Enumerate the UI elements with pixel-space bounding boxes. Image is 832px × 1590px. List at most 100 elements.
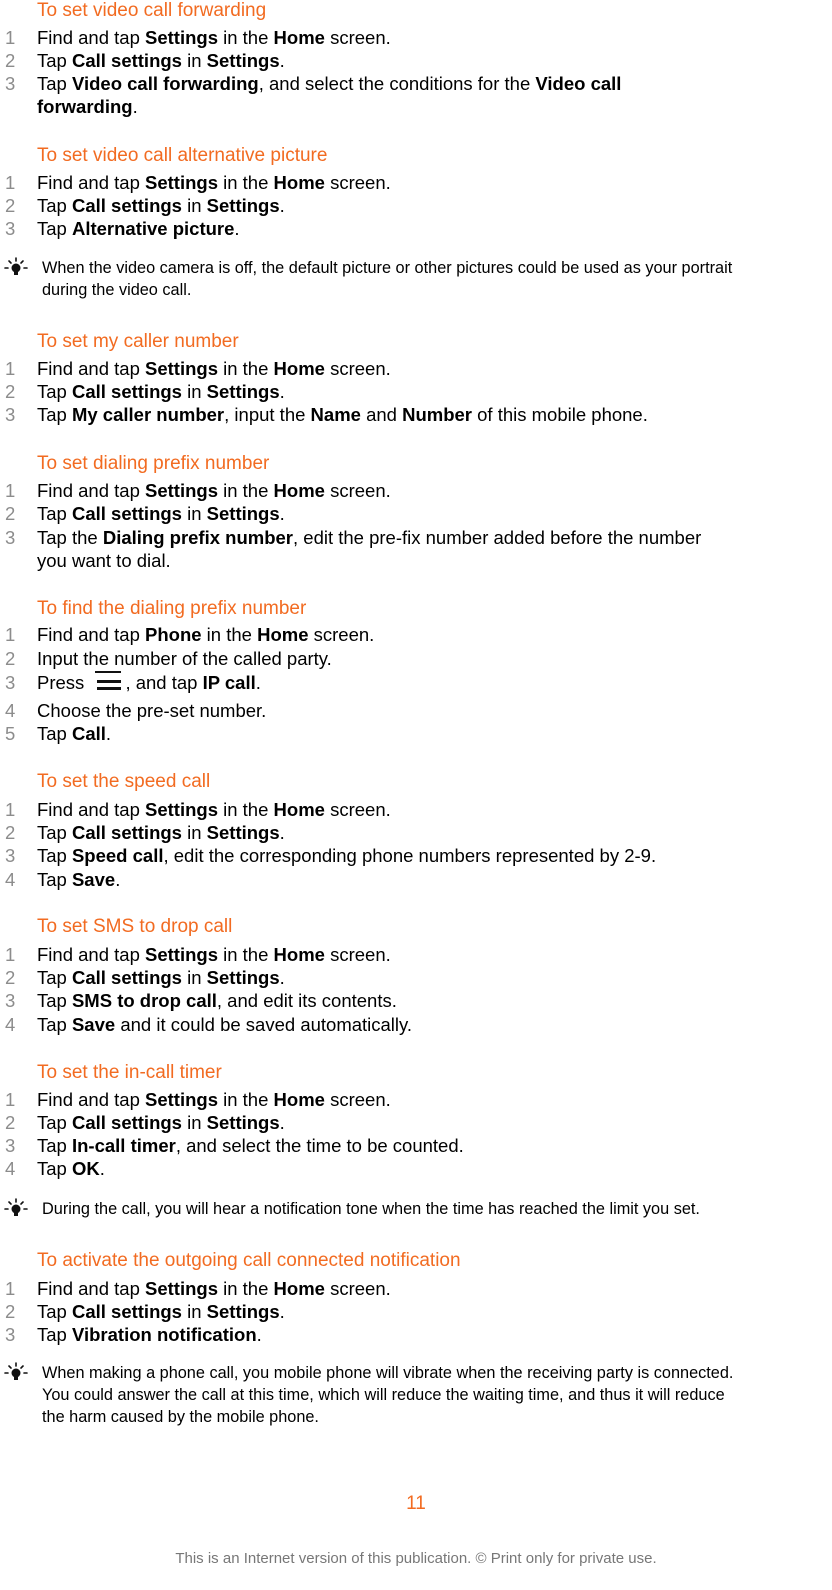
lightbulb-icon	[3, 1362, 29, 1384]
step-text-fragment: in the	[217, 358, 274, 379]
step-text-fragment: of this mobile phone.	[472, 404, 648, 425]
step-text-fragment: .	[279, 967, 285, 988]
ui-term: My caller number	[71, 404, 225, 425]
step-text-fragment: Input the number of the called party.	[37, 648, 332, 669]
step-number: 3	[5, 1135, 16, 1156]
ui-term: Alternative picture	[71, 218, 235, 239]
ui-term: Call settings	[71, 503, 182, 524]
ui-term: Save	[71, 1014, 116, 1035]
step-number: 1	[5, 1278, 16, 1299]
page-number: 11	[406, 1493, 426, 1514]
ui-term: Settings	[145, 799, 218, 820]
ui-term: Settings	[145, 480, 218, 501]
section-heading: To activate the outgoing call connected …	[37, 1250, 461, 1271]
step-text-fragment: .	[255, 672, 261, 693]
step-text: Choose the pre-set number.	[37, 699, 266, 722]
step-number: 2	[5, 1301, 16, 1322]
step-text-fragment: in the	[217, 944, 274, 965]
step-text-fragment: Tap	[37, 1324, 72, 1345]
step-number: 2	[5, 195, 16, 216]
step-text-fragment: screen.	[324, 799, 391, 820]
step-text-fragment: in the	[217, 1278, 274, 1299]
step-text-fragment: screen.	[324, 1089, 391, 1110]
step-text-fragment: .	[279, 195, 285, 216]
step-text: Tap Save and it could be saved automatic…	[37, 1013, 412, 1036]
tip-line: the harm caused by the mobile phone.	[42, 1408, 319, 1426]
step-text: Tap Call settings in Settings.	[37, 1300, 285, 1323]
step-text-fragment: Choose the pre-set number.	[37, 700, 267, 721]
step-text: Find and tap Settings in the Home screen…	[37, 943, 391, 966]
step-text: Tap Call settings in Settings.	[37, 821, 285, 844]
step-text-fragment: , edit the corresponding phone numbers r…	[163, 845, 657, 866]
step-text: Find and tap Settings in the Home screen…	[37, 1277, 391, 1300]
step-text-fragment: .	[279, 822, 285, 843]
step-number: 4	[5, 700, 16, 721]
step-number: 4	[5, 1014, 16, 1035]
ui-term: Call settings	[71, 381, 182, 402]
step-text-fragment: Tap	[37, 1135, 72, 1156]
step-number: 4	[5, 1158, 16, 1179]
ui-term: Dialing prefix number	[102, 527, 293, 548]
step-text-fragment: Tap	[37, 967, 72, 988]
step-number: 2	[5, 1112, 16, 1133]
step-text-fragment: Tap	[37, 1301, 72, 1322]
footer-notice: This is an Internet version of this publ…	[175, 1550, 657, 1567]
step-text-fragment: Tap	[37, 218, 72, 239]
ui-term: Settings	[206, 50, 280, 71]
step-number: 1	[5, 358, 16, 379]
section-heading: To set the in-call timer	[37, 1062, 222, 1083]
ui-term: Settings	[206, 503, 280, 524]
step-text: Tap Call settings in Settings.	[37, 194, 285, 217]
step-text-fragment: Tap	[37, 381, 72, 402]
ui-term: IP call	[202, 672, 256, 693]
ui-term: Home	[273, 172, 325, 193]
ui-term: Call	[71, 723, 106, 744]
step-text-fragment: screen.	[324, 358, 391, 379]
ui-term: Call settings	[71, 822, 182, 843]
step-text-fragment: .	[279, 503, 285, 524]
step-text: Tap Call settings in Settings.	[37, 49, 285, 72]
ui-term: Settings	[206, 381, 280, 402]
section-heading: To set video call forwarding	[37, 0, 267, 21]
step-text: Tap SMS to drop call, and edit its conte…	[37, 989, 397, 1012]
step-text-fragment: in	[181, 822, 207, 843]
step-text: Tap Video call forwarding, and select th…	[37, 72, 621, 95]
step-number: 3	[5, 73, 16, 94]
step-text: Tap Save.	[37, 868, 120, 891]
step-text-fragment: in	[181, 1301, 207, 1322]
step-text-continued: you want to dial.	[37, 549, 171, 572]
step-text-fragment: Tap	[37, 1158, 72, 1179]
step-text-fragment: .	[279, 1301, 285, 1322]
step-text-fragment: screen.	[324, 944, 391, 965]
ui-term: Settings	[206, 1112, 280, 1133]
step-text: Find and tap Settings in the Home screen…	[37, 1088, 391, 1111]
ui-term: Settings	[206, 967, 280, 988]
lightbulb-icon	[3, 1198, 29, 1220]
ui-term: OK	[71, 1158, 100, 1179]
step-text-fragment: and	[360, 404, 403, 425]
step-text-fragment: .	[132, 96, 138, 117]
step-text-fragment: .	[105, 723, 112, 744]
step-text-fragment: , and select the time to be counted.	[175, 1135, 464, 1156]
ui-term: Settings	[206, 1301, 280, 1322]
step-text-fragment: screen.	[324, 480, 391, 501]
section-heading: To find the dialing prefix number	[37, 598, 307, 619]
step-text-fragment: .	[99, 1158, 105, 1179]
tip-line: You could answer the call at this time, …	[42, 1386, 725, 1404]
step-text-fragment: , and select the conditions for the	[258, 73, 536, 94]
step-text: Tap In-call timer, and select the time t…	[37, 1134, 464, 1157]
ui-term: Home	[273, 1278, 325, 1299]
step-text-fragment: in	[181, 967, 207, 988]
step-number: 3	[5, 404, 16, 425]
ui-term: Settings	[145, 944, 218, 965]
step-text: Tap OK.	[37, 1157, 105, 1180]
ui-term: Settings	[145, 172, 218, 193]
step-number: 1	[5, 624, 16, 645]
ui-term: Settings	[206, 822, 280, 843]
step-text-fragment: Tap	[37, 1014, 72, 1035]
tip-line: During the call, you will hear a notific…	[42, 1200, 700, 1218]
ui-term: In-call timer	[71, 1135, 176, 1156]
step-text-fragment: .	[279, 1112, 285, 1133]
tip-line: When the video camera is off, the defaul…	[42, 259, 733, 277]
step-text-fragment: Find and tap	[37, 624, 145, 645]
